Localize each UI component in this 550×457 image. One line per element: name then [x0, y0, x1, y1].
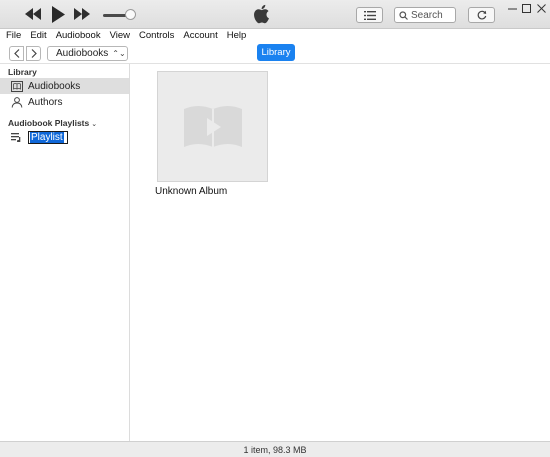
library-heading: Library [8, 67, 37, 77]
audiobook-icon [11, 80, 23, 92]
player-bar: Search [0, 0, 550, 29]
audiobook-placeholder-icon [183, 105, 242, 147]
sidebar-item-label: Audiobooks [28, 80, 81, 92]
navigation-bar: Audiobooks ⌃⌄ Library [0, 43, 550, 64]
playlists-heading[interactable]: Audiobook Playlists ⌄ [8, 118, 97, 128]
minimize-button[interactable] [505, 2, 519, 14]
menu-file[interactable]: File [6, 30, 21, 42]
playlist-icon [11, 132, 21, 142]
rewind-icon [25, 8, 41, 20]
chevron-right-icon [31, 49, 37, 58]
search-placeholder: Search [411, 9, 443, 21]
maximize-icon [521, 3, 531, 13]
menu-help[interactable]: Help [227, 30, 247, 42]
rewind-button[interactable] [24, 6, 42, 22]
status-bar: 1 item, 98.3 MB [0, 441, 550, 457]
playlist-name-value: Playlist [30, 131, 64, 143]
refresh-button[interactable] [468, 7, 495, 23]
album-artwork[interactable] [157, 71, 268, 182]
chevron-left-icon [13, 49, 19, 58]
playlists-heading-label: Audiobook Playlists [8, 118, 90, 128]
list-icon [363, 10, 376, 20]
menu-edit[interactable]: Edit [30, 30, 46, 42]
updown-chevron-icon: ⌃⌄ [112, 49, 126, 58]
close-button[interactable] [534, 2, 548, 14]
close-icon [536, 3, 546, 13]
search-input[interactable]: Search [394, 7, 456, 23]
fast-forward-button[interactable] [73, 6, 91, 22]
playlist-name-input[interactable]: Playlist [28, 130, 68, 144]
forward-button[interactable] [26, 46, 41, 61]
menu-bar: File Edit Audiobook View Controls Accoun… [0, 29, 550, 43]
back-button[interactable] [9, 46, 24, 61]
media-kind-label: Audiobooks [56, 48, 109, 59]
menu-view[interactable]: View [110, 30, 130, 42]
sidebar-item-playlist[interactable]: Playlist [0, 129, 129, 145]
sidebar: Library Audiobooks Authors Audiobook Pla… [0, 64, 130, 441]
status-summary: 1 item, 98.3 MB [243, 444, 307, 455]
chevron-down-icon: ⌄ [91, 121, 98, 128]
media-kind-select[interactable]: Audiobooks ⌃⌄ [47, 46, 128, 61]
library-button[interactable]: Library [257, 44, 295, 61]
menu-controls[interactable]: Controls [139, 30, 174, 42]
play-icon [52, 5, 65, 23]
minimize-icon [507, 8, 517, 9]
fast-forward-icon [74, 8, 90, 20]
volume-knob[interactable] [125, 9, 136, 20]
sidebar-item-audiobooks[interactable]: Audiobooks [0, 78, 129, 94]
refresh-icon [477, 10, 486, 20]
play-button[interactable] [49, 5, 67, 23]
search-icon [399, 10, 408, 20]
apple-logo-icon [252, 3, 272, 25]
maximize-button[interactable] [519, 2, 533, 14]
menu-audiobook[interactable]: Audiobook [56, 30, 101, 42]
sidebar-item-label: Authors [28, 96, 63, 108]
sidebar-item-authors[interactable]: Authors [0, 94, 129, 110]
album-title[interactable]: Unknown Album [155, 186, 227, 197]
menu-account[interactable]: Account [183, 30, 217, 42]
list-view-button[interactable] [356, 7, 383, 23]
author-icon [11, 96, 23, 108]
album-grid: Unknown Album [131, 64, 550, 441]
